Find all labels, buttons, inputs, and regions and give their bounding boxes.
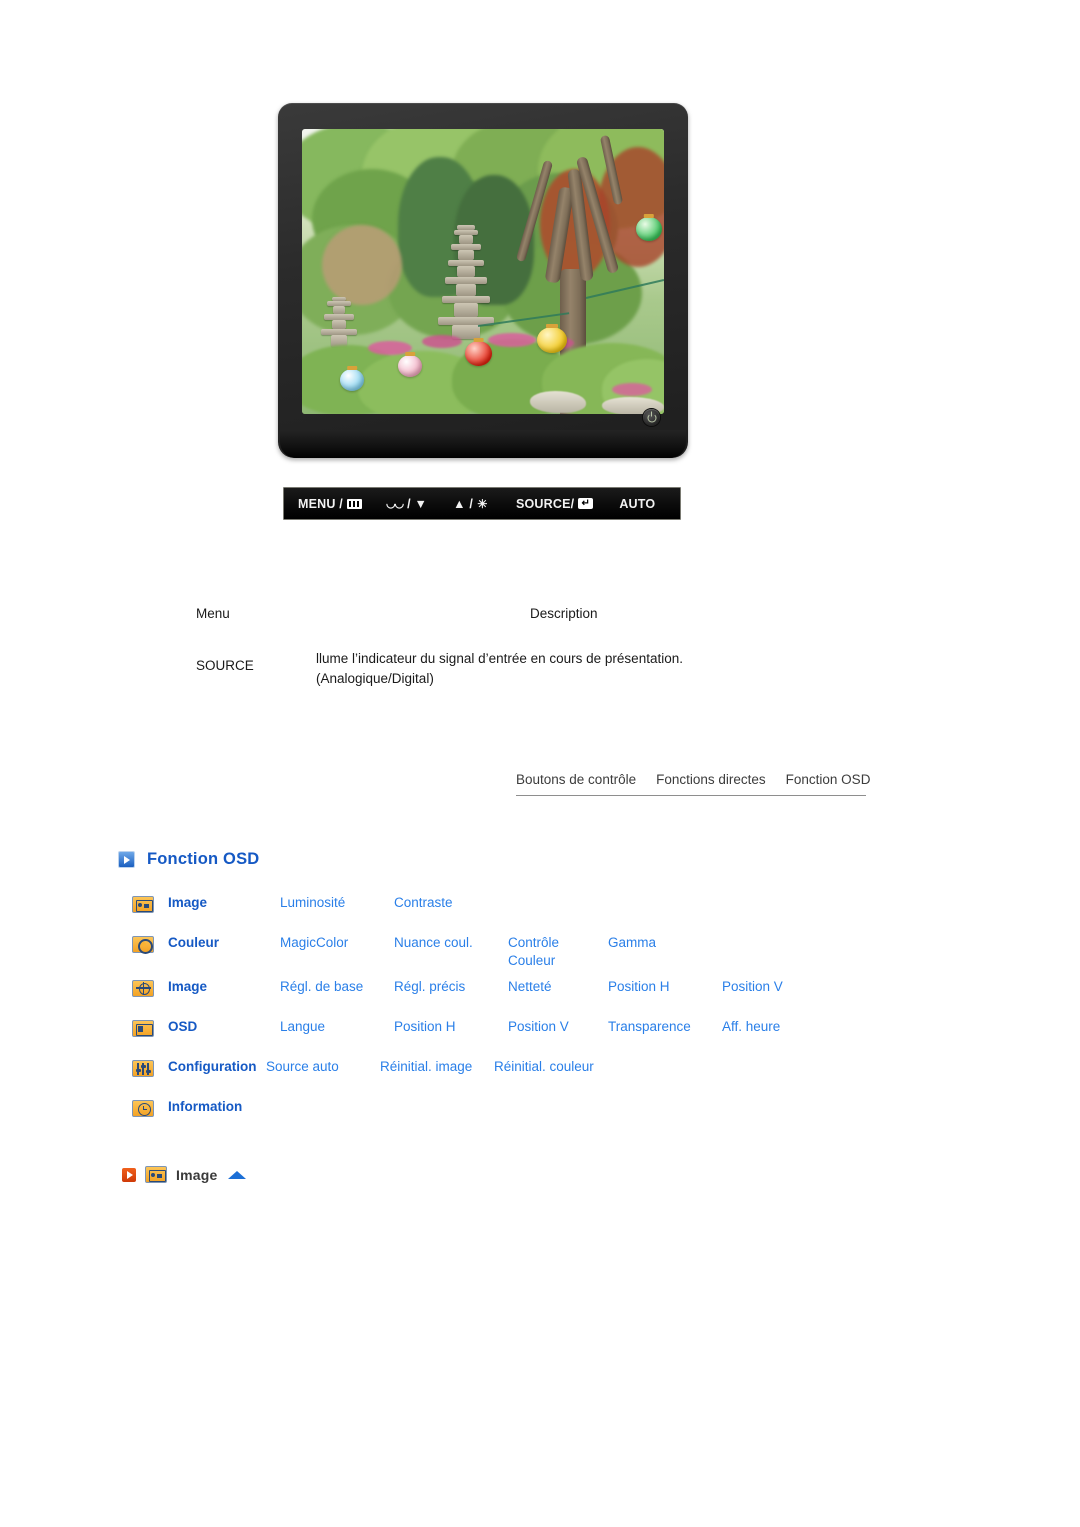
lantern-red [465,341,492,366]
osd-item[interactable]: Source auto [266,1058,380,1076]
column-header-description: Description [530,606,598,621]
osd-item[interactable]: Position V [722,978,836,996]
magicbright-down-label: / ▼ [407,496,428,511]
osd-item[interactable]: Position H [608,978,722,996]
monitor-bezel [278,103,688,458]
table-row: SOURCE llume l’indicateur du signal d’en… [196,649,896,688]
osd-row-couleur: Couleur MagicColor Nuance coul. Contrôle… [132,934,952,970]
power-icon [647,413,656,422]
osd-item[interactable]: Gamma [608,934,722,970]
blue-triangle-icon [228,1170,247,1179]
magicbright-down-button[interactable]: ◡◡ / ▼ [386,497,427,511]
tab-boutons-de-controle[interactable]: Boutons de contrôle [516,772,636,787]
osd-item[interactable]: Régl. de base [280,978,394,996]
osd-row-label: Information [168,1099,243,1114]
osd-row-osd: OSD Langue Position H Position V Transpa… [132,1018,952,1050]
section-tabs: Boutons de contrôle Fonctions directes F… [516,772,870,796]
auto-button-label: AUTO [619,496,656,511]
geometry-icon [132,980,154,997]
osd-row-label: Image [168,979,208,994]
osd-menu-matrix: Image Luminosité Contraste Couleur Magic… [132,894,952,1138]
picture-icon [132,896,154,913]
osd-item[interactable]: Nuance coul. [394,934,508,970]
osd-item[interactable]: Régl. précis [394,978,508,996]
column-header-menu: Menu [196,606,230,621]
red-play-icon [122,1167,136,1182]
menu-button-label: MENU / [298,496,343,511]
osd-row-image-2: Image Régl. de base Régl. précis Netteté… [132,978,952,1010]
menu-grid-icon [346,498,362,509]
magicbright-icon: ◡◡ [385,498,404,510]
image-subsection-heading: Image [122,1166,247,1183]
brightness-sun-icon: ☀ [477,496,488,511]
osd-item[interactable]: Contraste [394,894,508,912]
tab-fonction-osd[interactable]: Fonction OSD [786,772,871,787]
osd-row-configuration: Configuration Source auto Réinitial. ima… [132,1058,952,1090]
power-button[interactable] [643,409,660,426]
color-icon [132,936,154,954]
osd-row-label: Configuration [168,1059,257,1074]
description-line-1: llume l’indicateur du signal d’entrée en… [316,651,683,666]
osd-row-label: OSD [168,1019,198,1034]
osd-row-information: Information [132,1098,952,1130]
menu-description-table: Menu Description SOURCE llume l’indicate… [196,606,896,688]
auto-button[interactable]: AUTO [619,497,655,511]
monitor-illustration [278,103,688,458]
osd-item[interactable]: Contrôle Couleur [508,934,608,970]
osd-item[interactable]: Réinitial. image [380,1058,494,1076]
page-title: Fonction OSD [118,850,259,869]
osd-row-image-1: Image Luminosité Contraste [132,894,952,926]
monitor-control-button-bar: MENU / ◡◡ / ▼ ▲ / ☀ SOURCE/ AUTO [283,487,681,520]
picture-icon [145,1166,167,1183]
monitor-screen [302,129,664,414]
brightness-up-button[interactable]: ▲ / ☀ [453,497,488,511]
osd-item[interactable]: MagicColor [280,934,394,970]
osd-item[interactable]: Position H [394,1018,508,1036]
source-button-label: SOURCE/ [515,496,575,511]
osd-item[interactable]: Aff. heure [722,1018,836,1036]
osd-item[interactable]: Réinitial. couleur [494,1058,594,1076]
table-header-row: Menu Description [196,606,896,621]
lantern-blue [340,369,364,391]
lantern-yellow [537,327,567,353]
osd-item[interactable]: Langue [280,1018,394,1036]
osd-item[interactable]: Luminosité [280,894,394,912]
information-icon [132,1100,154,1117]
osd-item[interactable]: Netteté [508,978,608,996]
osd-item[interactable]: Position V [508,1018,608,1036]
cell-description-source: llume l’indicateur du signal d’entrée en… [316,649,683,688]
description-line-2: (Analogique/Digital) [316,670,434,686]
brightness-up-label: ▲ / [453,496,473,511]
tab-fonctions-directes[interactable]: Fonctions directes [656,772,766,787]
osd-row-label: Image [168,895,208,910]
menu-button[interactable]: MENU / [298,497,362,511]
osd-row-label: Couleur [168,935,220,950]
source-enter-button[interactable]: SOURCE/ [515,496,594,511]
cell-menu-source: SOURCE [196,658,254,673]
garden-photo [302,129,664,414]
lantern-green [636,217,662,241]
osd-item[interactable]: Transparence [608,1018,722,1036]
page-title-text: Fonction OSD [147,850,260,868]
osd-panel-icon [132,1020,154,1037]
blue-arrow-icon [118,851,135,868]
configuration-icon [132,1060,154,1077]
lantern-pink [398,355,422,377]
image-subsection-title: Image [176,1166,218,1183]
enter-icon [578,498,594,509]
monitor-base [280,430,686,458]
